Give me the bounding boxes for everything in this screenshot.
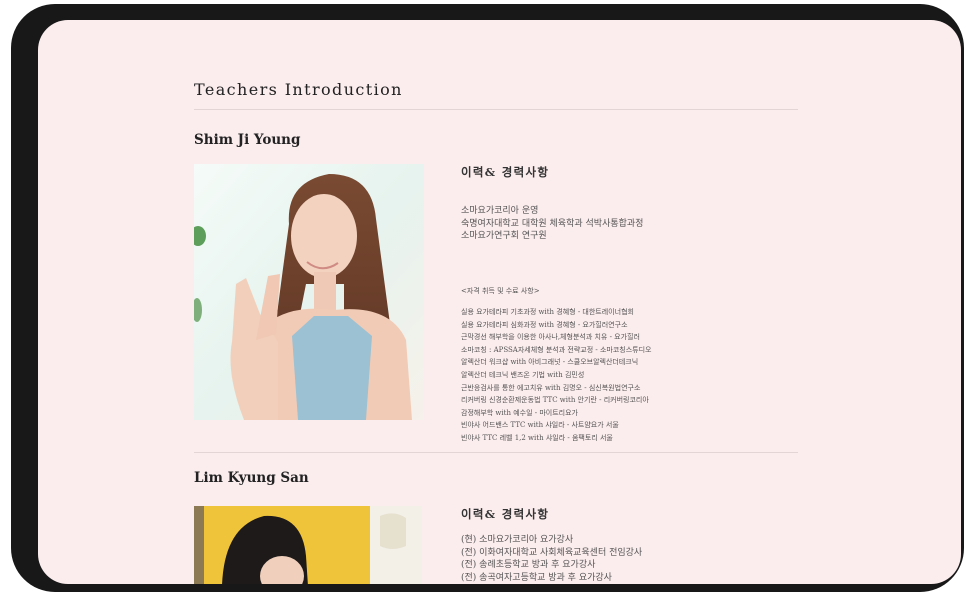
career-item: (전) 이화여자대학교 사회체육교육센터 전임강사 [461,547,643,558]
browser-viewport[interactable]: Teachers Introduction Shim Ji Young 이력& … [38,20,961,584]
teacher-photo-lim-kyung-san [194,506,422,584]
teacher-name-shim-ji-young: Shim Ji Young [194,132,301,148]
certificate-item: 알렉산더 테크닉 밴즈온 기법 with 김민성 [461,371,585,380]
career-item: 소마요가코리아 운영 [461,206,539,216]
career-item: 숙명여자대학교 대학원 체육학과 석박사통합과정 [461,218,644,229]
career-item: (전) 송곡여자고등학교 방과 후 요가강사 [461,572,612,583]
certificate-item: 실용 요가테라피 심화과정 with 경혜형 - 요가힐러연구소 [461,320,628,329]
teacher-photo-shim-ji-young [194,164,424,420]
career-item: (현) 소마요가코리아 요가강사 [461,535,574,545]
career-heading: 이력& 경력사항 [461,507,550,521]
certificate-item: 빈야사 TTC 레벨 1,2 with 샤일라 - 옴팩토리 서울 [461,434,613,443]
certificate-item: 리커버링 신경순환제운동법 TTC with 안기란 - 리커버링코리아 [461,396,649,405]
teacher-info-lim-kyung-san: 이력& 경력사항 (현) 소마요가코리아 요가강사 (전) 이화여자대학교 사회… [461,506,791,584]
teacher-info-shim-ji-young: 이력& 경력사항 소마요가코리아 운영 숙명여자대학교 대학원 체육학과 석박사… [461,164,791,445]
certificate-item: 실용 요가테라피 기초과정 with 경혜형 - 대한트레이너협회 [461,308,634,317]
career-heading: 이력& 경력사항 [461,165,550,179]
teacher-name-lim-kyung-san: Lim Kyung San [194,470,309,486]
title-divider [194,109,798,110]
certificates-title: <자격 취득 및 수료 사항> [461,286,540,295]
page-title: Teachers Introduction [194,80,403,99]
certificate-item: 알렉산더 워크샵 with 아비그래넛 - 스쿨오브알렉산더테크닉 [461,358,639,367]
certificate-item: 빈야사 어드밴스 TTC with 샤일라 - 사트얌요가 서울 [461,421,619,430]
certificate-item: 소마코칭 : APSSA자세체형 분석과 전략교정 - 소마코칭스튜디오 [461,345,652,354]
device-frame: Teachers Introduction Shim Ji Young 이력& … [11,4,964,592]
teacher-divider [194,452,798,453]
career-item: (전) 송례초등학교 방과 후 요가강사 [461,560,596,570]
certificate-item: 근막경선 해부학을 이용한 아사나,체형분석과 치유 - 요가힐러 [461,333,640,342]
certificate-item: 근반응검사를 통한 에고치유 with 김명오 - 심신복원법연구소 [461,383,641,392]
certificate-item: 감정해부학 with 예수일 - 마이트리요가 [461,408,578,417]
career-item: 소마요가연구회 연구원 [461,231,547,241]
